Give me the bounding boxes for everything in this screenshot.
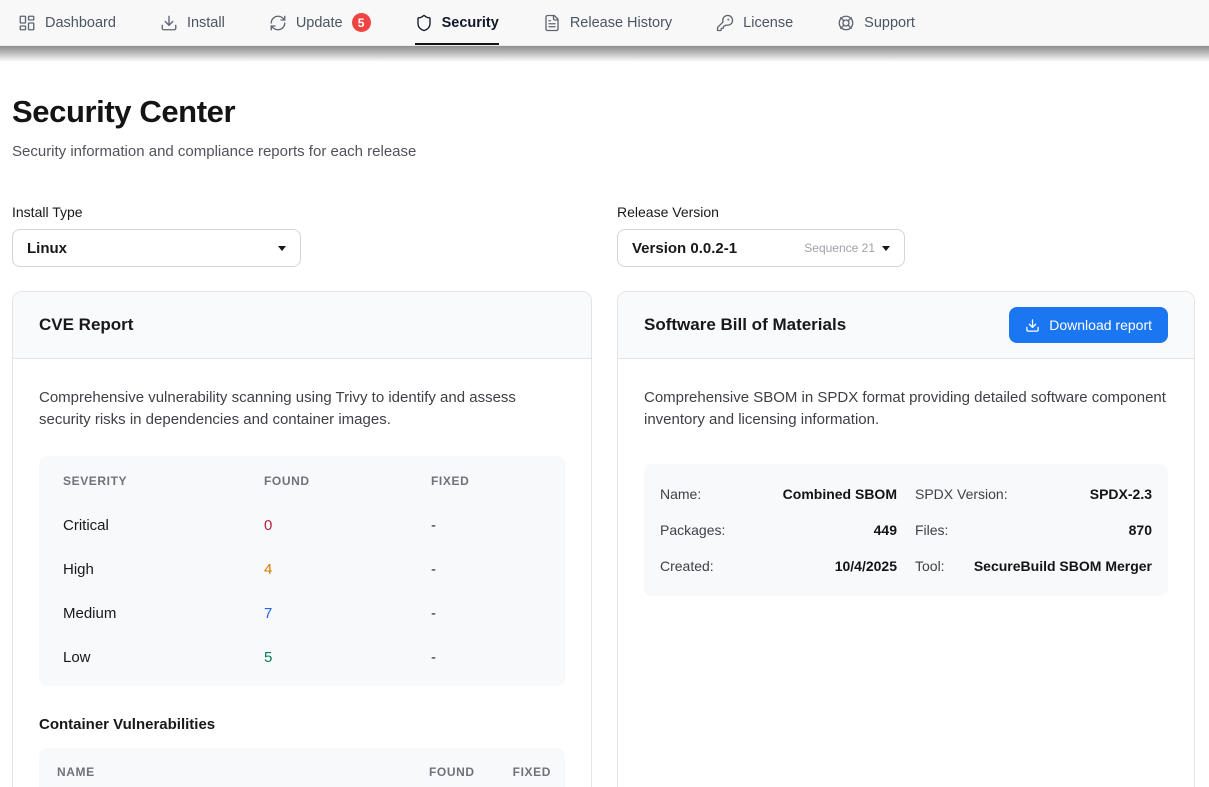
nav-item-dashboard[interactable]: Dashboard (18, 0, 116, 45)
col-found: FOUND (264, 474, 431, 488)
sbom-card-header: Software Bill of Materials Download repo… (618, 292, 1194, 359)
col-fixed: FIXED (513, 765, 551, 779)
nav-label: License (743, 15, 793, 31)
cve-description: Comprehensive vulnerability scanning usi… (39, 387, 565, 431)
nav-item-release-history[interactable]: Release History (543, 0, 672, 45)
found-count: 5 (264, 649, 431, 666)
cve-card-header: CVE Report (13, 292, 591, 359)
info-value: 449 (874, 522, 897, 538)
severity-table-header: SEVERITY FOUND FIXED (39, 458, 565, 504)
nav-label: Update (296, 15, 343, 31)
info-label: Created: (660, 558, 714, 574)
sbom-card: Software Bill of Materials Download repo… (617, 291, 1195, 787)
info-label: Files: (915, 522, 948, 538)
update-count-badge: 5 (352, 13, 371, 32)
nav-item-security[interactable]: Security (415, 0, 499, 45)
sbom-info-packages: Packages: 449 (660, 512, 897, 548)
info-label: Name: (660, 486, 701, 502)
nav-label: Install (187, 15, 225, 31)
severity-row-low: Low 5 - (39, 636, 565, 680)
sbom-info-files: Files: 870 (915, 512, 1152, 548)
info-label: Tool: (915, 558, 945, 574)
sequence-label: Sequence 21 (804, 241, 875, 255)
nav-item-install[interactable]: Install (160, 0, 225, 45)
file-text-icon (543, 14, 561, 32)
info-value: SecureBuild SBOM Merger (974, 558, 1152, 574)
severity-row-medium: Medium 7 - (39, 592, 565, 636)
severity-name: Low (63, 649, 264, 666)
found-count: 0 (264, 517, 431, 534)
severity-name: Critical (63, 517, 264, 534)
sbom-card-title: Software Bill of Materials (644, 315, 846, 335)
sbom-info-tool: Tool: SecureBuild SBOM Merger (915, 548, 1152, 584)
chevron-down-icon (882, 246, 890, 251)
fixed-count: - (431, 649, 565, 666)
sbom-info-created: Created: 10/4/2025 (660, 548, 897, 584)
download-icon (160, 14, 178, 32)
nav-item-update[interactable]: Update 5 (269, 0, 371, 45)
release-version-label: Release Version (617, 204, 1195, 220)
fixed-count: - (431, 561, 565, 578)
severity-name: High (63, 561, 264, 578)
sbom-description: Comprehensive SBOM in SPDX format provid… (644, 387, 1168, 431)
info-label: SPDX Version: (915, 486, 1008, 502)
nav-item-license[interactable]: License (716, 0, 793, 45)
info-value: SPDX-2.3 (1090, 486, 1152, 502)
nav-label: Dashboard (45, 15, 116, 31)
sbom-card-body: Comprehensive SBOM in SPDX format provid… (618, 359, 1194, 624)
nav-label: Security (442, 15, 499, 31)
nav-label: Support (864, 15, 915, 31)
cve-card-title: CVE Report (39, 315, 133, 335)
install-type-select[interactable]: Linux (12, 229, 301, 267)
download-report-button[interactable]: Download report (1009, 307, 1168, 343)
col-name: NAME (57, 765, 95, 779)
top-nav: Dashboard Install Update 5 Security Rele… (0, 0, 1209, 46)
container-vulnerabilities-header: NAME FOUND FIXED (39, 748, 565, 787)
severity-name: Medium (63, 605, 264, 622)
install-type-label: Install Type (12, 204, 592, 220)
found-count: 4 (264, 561, 431, 578)
install-type-value: Linux (27, 240, 67, 257)
filters-row: Install Type Linux Release Version Versi… (12, 204, 1197, 267)
key-icon (716, 14, 734, 32)
page-subtitle: Security information and compliance repo… (12, 143, 1197, 160)
fixed-count: - (431, 605, 565, 622)
cards-grid: CVE Report Comprehensive vulnerability s… (12, 291, 1197, 787)
container-vulnerabilities-title: Container Vulnerabilities (39, 716, 565, 733)
cve-card-body: Comprehensive vulnerability scanning usi… (13, 359, 591, 787)
severity-table: SEVERITY FOUND FIXED Critical 0 - High 4… (39, 456, 565, 686)
sbom-info-name: Name: Combined SBOM (660, 476, 897, 512)
cve-report-card: CVE Report Comprehensive vulnerability s… (12, 291, 592, 787)
fixed-count: - (431, 517, 565, 534)
chevron-down-icon (278, 246, 286, 251)
life-buoy-icon (837, 14, 855, 32)
col-fixed: FIXED (431, 474, 565, 488)
col-found: FOUND (429, 765, 475, 779)
page-title: Security Center (12, 94, 1197, 130)
col-severity: SEVERITY (63, 474, 264, 488)
refresh-icon (269, 14, 287, 32)
nav-item-support[interactable]: Support (837, 0, 915, 45)
dashboard-grid-icon (18, 14, 36, 32)
severity-row-critical: Critical 0 - (39, 504, 565, 548)
download-report-label: Download report (1049, 317, 1152, 333)
download-icon (1025, 318, 1040, 333)
info-label: Packages: (660, 522, 725, 538)
nav-shadow-divider (0, 46, 1209, 62)
severity-row-high: High 4 - (39, 548, 565, 592)
install-type-field: Install Type Linux (12, 204, 592, 267)
release-version-select[interactable]: Version 0.0.2-1 Sequence 21 (617, 229, 905, 267)
release-version-field: Release Version Version 0.0.2-1 Sequence… (617, 204, 1195, 267)
info-value: Combined SBOM (783, 486, 897, 502)
release-version-value: Version 0.0.2-1 (632, 240, 737, 257)
sbom-info-spdx-version: SPDX Version: SPDX-2.3 (915, 476, 1152, 512)
nav-label: Release History (570, 15, 672, 31)
found-count: 7 (264, 605, 431, 622)
shield-icon (415, 14, 433, 32)
info-value: 870 (1129, 522, 1152, 538)
info-value: 10/4/2025 (835, 558, 897, 574)
sbom-info-grid: Name: Combined SBOM SPDX Version: SPDX-2… (644, 464, 1168, 596)
